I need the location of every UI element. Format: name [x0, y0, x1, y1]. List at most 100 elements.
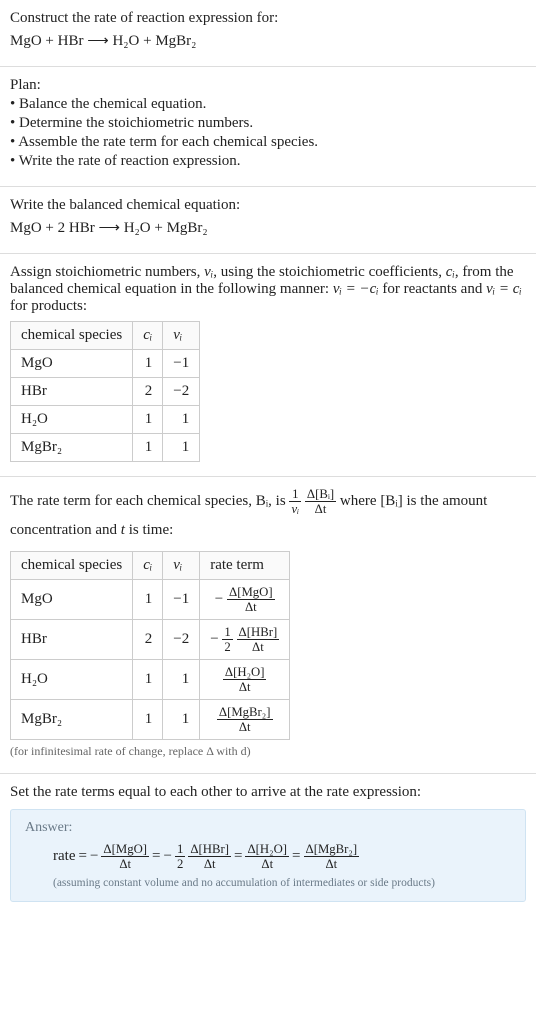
nu-i-hdr: νᵢ	[173, 327, 182, 343]
equals: =	[292, 848, 300, 865]
plan-item-4: • Write the rate of reaction expression.	[10, 153, 526, 170]
table-row: H₂O 1 1	[11, 406, 200, 434]
rate-frac: Δ[MgO] Δt	[227, 585, 275, 614]
stoich-lead: Assign stoichiometric numbers, νᵢ, using…	[10, 264, 526, 315]
answer-label: Answer:	[25, 820, 511, 836]
cell-nu: −2	[163, 619, 200, 659]
num: Δ[MgBr₂]	[304, 842, 360, 856]
final-lead: Set the rate terms equal to each other t…	[10, 784, 526, 801]
table-row: MgO 1 −1	[11, 350, 200, 378]
t: , is	[268, 493, 289, 509]
plan-section: Plan: • Balance the chemical equation. •…	[0, 66, 536, 186]
rate-expression: rate = − Δ[MgO] Δt = − 1 2 Δ[HBr] Δt = Δ…	[25, 842, 511, 871]
nu-i-hdr: νᵢ	[173, 557, 182, 573]
den: Δt	[188, 856, 231, 871]
col-species: chemical species	[11, 322, 133, 350]
col-rate: rate term	[200, 551, 290, 579]
rate-term-lead: The rate term for each chemical species,…	[10, 487, 526, 545]
cell-nu: −1	[163, 350, 200, 378]
cell-c: 1	[133, 699, 163, 739]
plan-item-3: • Assemble the rate term for each chemic…	[10, 134, 526, 151]
sign: −	[210, 631, 218, 647]
cell-c: 1	[133, 406, 163, 434]
den: Δt	[217, 719, 273, 734]
rate-frac: Δ[H₂O] Δt	[223, 665, 267, 694]
frac-1-over-nu: 1 νᵢ	[289, 487, 301, 516]
den: 2	[175, 856, 185, 871]
t: where	[340, 493, 380, 509]
rate-frac: Δ[MgBr₂] Δt	[217, 705, 273, 734]
equals: =	[234, 848, 242, 865]
rate-frac: Δ[HBr] Δt	[188, 842, 231, 871]
den: Δt	[223, 679, 267, 694]
num: Δ[H₂O]	[223, 665, 267, 679]
table-header-row: chemical species cᵢ νᵢ	[11, 322, 200, 350]
cell-c: 1	[133, 434, 163, 462]
rel-prod: νᵢ = cᵢ	[486, 281, 522, 297]
t: Assign stoichiometric numbers,	[10, 264, 204, 280]
table-row: MgBr₂ 1 1	[11, 434, 200, 462]
balanced-equation: MgO + 2 HBr ⟶ H₂O + MgBr₂	[10, 218, 526, 237]
cell-species: H₂O	[11, 659, 133, 699]
delta-note: (for infinitesimal rate of change, repla…	[10, 744, 526, 759]
den: Δt	[227, 599, 275, 614]
rate-term-section: The rate term for each chemical species,…	[0, 476, 536, 773]
cell-species: HBr	[11, 378, 133, 406]
num: Δ[H₂O]	[245, 842, 289, 856]
cell-c: 1	[133, 659, 163, 699]
num: Δ[HBr]	[237, 625, 280, 639]
table-row: HBr 2 −2	[11, 378, 200, 406]
den: Δt	[304, 856, 360, 871]
num: 1	[222, 625, 232, 639]
t: for products:	[10, 298, 87, 314]
num: 1	[175, 842, 185, 856]
col-nu: νᵢ	[163, 322, 200, 350]
num: 1	[289, 487, 301, 501]
cell-species: HBr	[11, 619, 133, 659]
t: The rate term for each chemical species,	[10, 493, 256, 509]
equals: =	[152, 848, 160, 865]
eq-text: MgO + HBr ⟶ H₂O + MgBr₂	[10, 33, 196, 49]
num: Δ[MgO]	[227, 585, 275, 599]
col-species: chemical species	[11, 551, 133, 579]
num: Δ[MgO]	[101, 842, 149, 856]
rate-frac: Δ[HBr] Δt	[237, 625, 280, 654]
den: Δt	[305, 501, 336, 516]
b-i: Bᵢ	[256, 493, 268, 509]
table-row: H₂O 1 1 Δ[H₂O] Δt	[11, 659, 290, 699]
den: Δt	[101, 856, 149, 871]
cell-rate-term: Δ[H₂O] Δt	[200, 659, 290, 699]
table-row: MgO 1 −1 − Δ[MgO] Δt	[11, 579, 290, 619]
equals: =	[78, 848, 86, 865]
rel-react: νᵢ = −cᵢ	[333, 281, 379, 297]
table-row: HBr 2 −2 − 1 2 Δ[HBr] Δt	[11, 619, 290, 659]
conc: [Bᵢ]	[380, 493, 402, 509]
plan-item-4-text: Write the rate of reaction expression.	[19, 153, 241, 169]
cell-species: H₂O	[11, 406, 133, 434]
t: is time:	[125, 522, 173, 538]
table-row: MgBr₂ 1 1 Δ[MgBr₂] Δt	[11, 699, 290, 739]
sign: −	[90, 848, 98, 865]
cell-nu: −1	[163, 579, 200, 619]
table-header-row: chemical species cᵢ νᵢ rate term	[11, 551, 290, 579]
cell-c: 1	[133, 579, 163, 619]
coef-frac: 1 2	[175, 842, 185, 871]
unbalanced-equation: MgO + HBr ⟶ H₂O + MgBr₂	[10, 31, 526, 50]
construct-line: Construct the rate of reaction expressio…	[10, 10, 526, 27]
den: Δt	[245, 856, 289, 871]
cell-rate-term: − 1 2 Δ[HBr] Δt	[200, 619, 290, 659]
num: Δ[MgBr₂]	[217, 705, 273, 719]
coef-frac: 1 2	[222, 625, 232, 654]
rate-term-table: chemical species cᵢ νᵢ rate term MgO 1 −…	[10, 551, 290, 740]
col-c: cᵢ	[133, 551, 163, 579]
t: for reactants and	[379, 281, 486, 297]
answer-box: Answer: rate = − Δ[MgO] Δt = − 1 2 Δ[HBr…	[10, 809, 526, 902]
num: Δ[HBr]	[188, 842, 231, 856]
cell-species: MgBr₂	[11, 434, 133, 462]
cell-nu: 1	[163, 659, 200, 699]
rate-frac: Δ[MgBr₂] Δt	[304, 842, 360, 871]
col-c: cᵢ	[133, 322, 163, 350]
plan-item-2: • Determine the stoichiometric numbers.	[10, 115, 526, 132]
cell-rate-term: − Δ[MgO] Δt	[200, 579, 290, 619]
balanced-lead: Write the balanced chemical equation:	[10, 197, 526, 214]
